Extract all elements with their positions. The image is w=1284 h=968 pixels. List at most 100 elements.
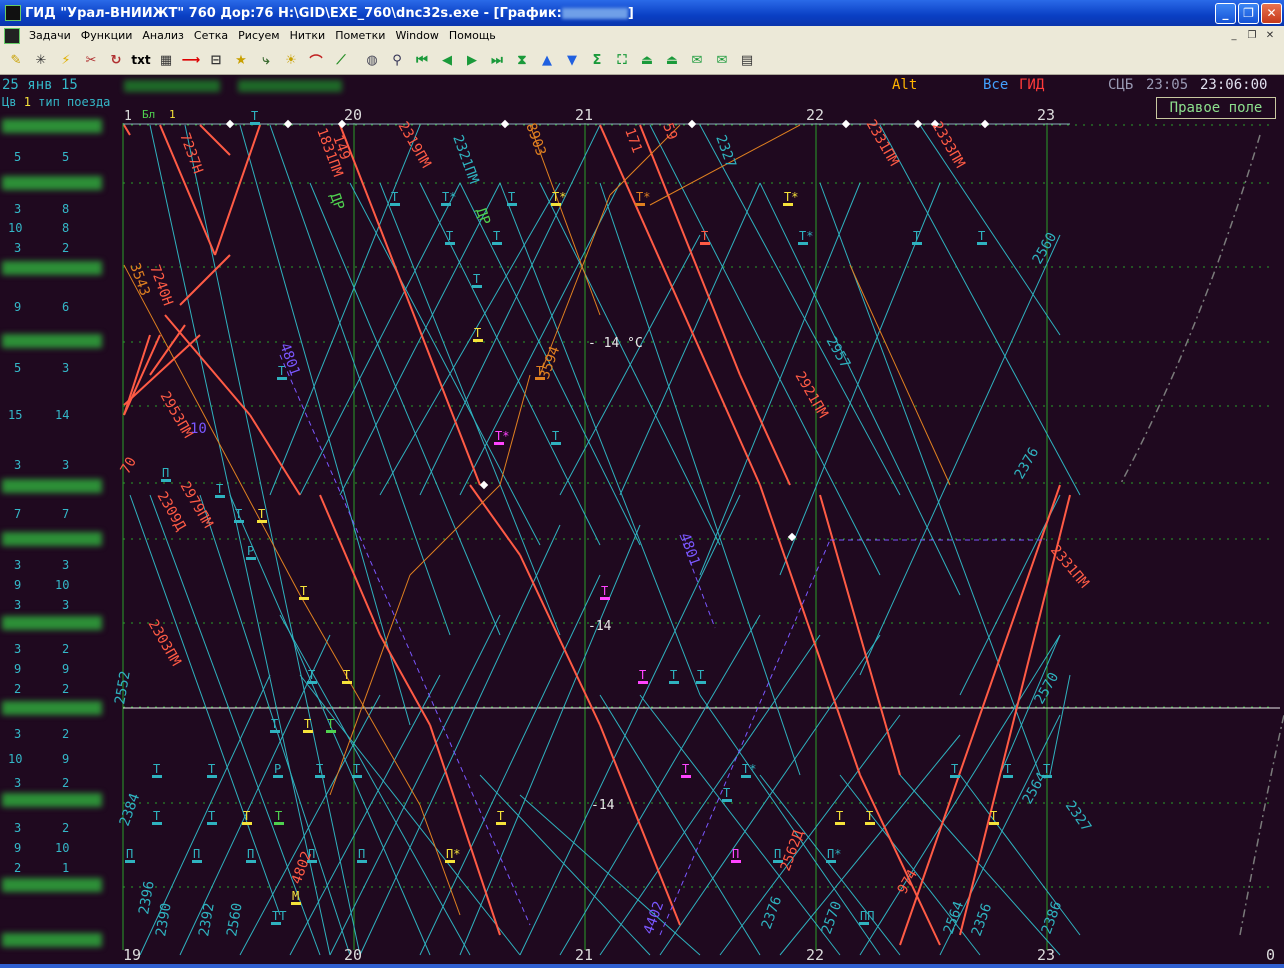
menu-grid[interactable]: Сетка bbox=[189, 26, 233, 46]
title-prefix: ГИД "Урал-ВНИИЖТ" 760 Дор:76 H:\GID\EXE_… bbox=[25, 5, 562, 21]
up-icon[interactable]: ▲ bbox=[535, 48, 559, 72]
stop-bar bbox=[303, 730, 313, 733]
temperature-annotation: -14 bbox=[591, 798, 615, 813]
train-number-cyan: 2560 bbox=[1030, 230, 1061, 267]
train-stop-marker: Р bbox=[247, 544, 254, 558]
train-stop-marker: Т bbox=[474, 326, 481, 340]
station-track-count-right: 1 bbox=[62, 861, 70, 875]
hour-label-top: 20 bbox=[344, 106, 362, 124]
line-cut-icon[interactable]: ⊟ bbox=[204, 48, 228, 72]
star-icon[interactable]: ★ bbox=[229, 48, 253, 72]
redacted-graph-name bbox=[561, 7, 628, 19]
train-number-red: 2331ПМ bbox=[1047, 542, 1092, 591]
station-name-redacted[interactable] bbox=[2, 119, 102, 133]
train-stop-marker: М bbox=[292, 889, 299, 903]
menu-window[interactable]: Window bbox=[390, 26, 443, 46]
note1-icon[interactable]: ✉ bbox=[685, 48, 709, 72]
menu-tasks[interactable]: Задачи bbox=[24, 26, 76, 46]
menu-functions[interactable]: Функции bbox=[76, 26, 138, 46]
stop-bar bbox=[257, 520, 267, 523]
stop-bar bbox=[342, 681, 352, 684]
down-icon[interactable]: ▼ bbox=[560, 48, 584, 72]
mdi-restore-button[interactable]: ❐ bbox=[1244, 29, 1260, 43]
train-thread-red bbox=[214, 124, 261, 256]
minimize-button[interactable]: _ bbox=[1215, 2, 1236, 24]
menu-analysis[interactable]: Анализ bbox=[137, 26, 189, 46]
train-graph-canvas[interactable]: ТТ Т* Т Т* Т* Т*Т Т Т Т* Т ТТТТТТ* ТПТТ ТРТ ТТ Т Т Т ТТ Т Т… bbox=[0, 75, 1284, 968]
station-name-redacted[interactable] bbox=[2, 334, 102, 348]
train-thread-red bbox=[319, 494, 381, 636]
stop-bar bbox=[215, 495, 225, 498]
stop-bar bbox=[741, 775, 751, 778]
train-stop-marker: Т bbox=[723, 786, 730, 800]
filter-all[interactable]: Все bbox=[983, 77, 1008, 93]
star-burst-icon[interactable]: ✳ bbox=[29, 48, 53, 72]
station-name-redacted[interactable] bbox=[2, 878, 102, 892]
station-name-redacted[interactable] bbox=[2, 616, 102, 630]
station-name-redacted[interactable] bbox=[2, 176, 102, 190]
stop-bar bbox=[445, 860, 455, 863]
train-number-cyan: 2957 bbox=[823, 334, 854, 371]
bottom-scroll-strip[interactable] bbox=[0, 964, 1284, 968]
train-stop-marker: ПП bbox=[860, 909, 874, 923]
note2-icon[interactable]: ✉ bbox=[710, 48, 734, 72]
train-stop-marker: Т bbox=[153, 762, 160, 776]
train-thread-red bbox=[149, 324, 186, 376]
hour-label-bottom: 23 bbox=[1037, 946, 1055, 964]
train-thread-purple bbox=[659, 539, 831, 936]
txt-button[interactable]: txt bbox=[129, 48, 153, 72]
scissors-icon[interactable]: ✂ bbox=[79, 48, 103, 72]
menu-threads[interactable]: Нитки bbox=[285, 26, 331, 46]
sun-icon[interactable]: ☀ bbox=[279, 48, 303, 72]
menu-marks[interactable]: Пометки bbox=[330, 26, 390, 46]
doc-icon[interactable]: ▤ bbox=[735, 48, 759, 72]
train-number-purple: 4801 bbox=[676, 531, 703, 568]
station-name-redacted[interactable] bbox=[2, 479, 102, 493]
curve-icon[interactable]: ⤷ bbox=[254, 48, 278, 72]
station-track-count-right: 9 bbox=[62, 752, 70, 766]
table-icon[interactable]: ▦ bbox=[154, 48, 178, 72]
menu-help[interactable]: Помощь bbox=[444, 26, 501, 46]
stop-bar bbox=[352, 775, 362, 778]
red-arrow-icon[interactable]: ⟶ bbox=[179, 48, 203, 72]
train-thread-orange bbox=[849, 264, 951, 486]
hour-label-bottom: 22 bbox=[806, 946, 824, 964]
station-name-redacted[interactable] bbox=[2, 701, 102, 715]
train-thread-cyan bbox=[879, 124, 1081, 496]
green-line-icon[interactable]: ⟋ bbox=[329, 48, 353, 72]
arc-icon[interactable]: ⌒ bbox=[304, 48, 328, 72]
zoom-icon[interactable]: ⚲ bbox=[385, 48, 409, 72]
wand-icon[interactable]: ✎ bbox=[4, 48, 28, 72]
hourglass-icon[interactable]: ⧗ bbox=[510, 48, 534, 72]
clock-arrow-icon[interactable]: ↻ bbox=[104, 48, 128, 72]
stop-bar bbox=[390, 203, 400, 206]
train-graph-area[interactable]: Т Т Т* Т Т* Т* Т* Т Т Т Т* Т Т Т Т Т Т Т* Т П Т Т Т Р Т Т Т Т Т Т Т Т Т Т… bbox=[0, 75, 1284, 968]
station-name-redacted[interactable] bbox=[2, 532, 102, 546]
stamp2-icon[interactable]: ⏏ bbox=[660, 48, 684, 72]
document-icon[interactable] bbox=[4, 28, 20, 44]
event-diamond bbox=[500, 119, 510, 129]
station-name-redacted[interactable] bbox=[2, 933, 102, 947]
last-icon[interactable]: ⏭ bbox=[485, 48, 509, 72]
stamp1-icon[interactable]: ⏏ bbox=[635, 48, 659, 72]
next-icon[interactable]: ▶ bbox=[460, 48, 484, 72]
lightning-icon[interactable]: ⚡ bbox=[54, 48, 78, 72]
stop-bar bbox=[551, 203, 561, 206]
train-thread-cyan bbox=[639, 694, 841, 956]
close-button[interactable]: ✕ bbox=[1261, 2, 1282, 24]
station-track-count-right: 3 bbox=[62, 558, 70, 572]
fit-icon[interactable]: ⛶ bbox=[610, 48, 634, 72]
sum-icon[interactable]: Σ bbox=[585, 48, 609, 72]
right-field-button[interactable]: Правое поле bbox=[1156, 97, 1276, 119]
station-name-redacted[interactable] bbox=[2, 793, 102, 807]
maximize-button[interactable]: ❐ bbox=[1238, 2, 1259, 24]
mdi-close-button[interactable]: ✕ bbox=[1262, 29, 1278, 43]
mdi-minimize-button[interactable]: _ bbox=[1226, 29, 1242, 43]
globe-icon[interactable]: ◍ bbox=[360, 48, 384, 72]
first-icon[interactable]: ⏮ bbox=[410, 48, 434, 72]
station-name-redacted[interactable] bbox=[2, 261, 102, 275]
menu-draw[interactable]: Рисуем bbox=[233, 26, 284, 46]
color-label: Цв bbox=[2, 95, 17, 109]
train-stop-marker: П bbox=[162, 466, 169, 480]
prev-icon[interactable]: ◀ bbox=[435, 48, 459, 72]
